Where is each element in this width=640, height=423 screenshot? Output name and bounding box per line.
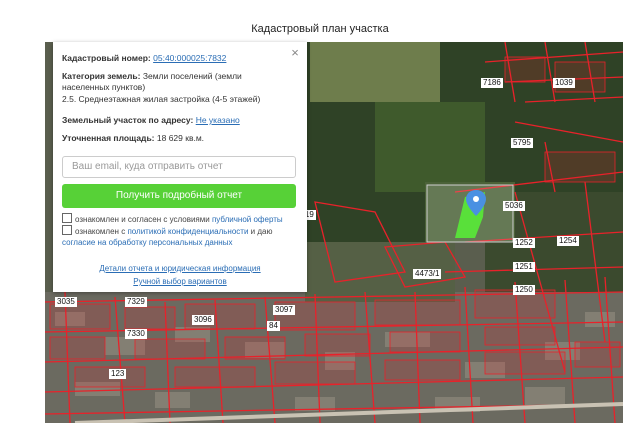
land-category-row: Категория земель: Земли поселений (земли…	[62, 71, 289, 93]
parcel-info-panel: × Кадастровый номер: 05:40:000025:7832 К…	[53, 42, 307, 292]
parcel-number-label: 5795	[511, 138, 533, 148]
parcel-number-label: 3096	[192, 315, 214, 325]
offer-consent-checkbox[interactable]	[62, 213, 72, 223]
parcel-number-label: 1251	[513, 262, 535, 272]
privacy-consent-and: и даю	[250, 227, 273, 236]
offer-consent-row: ознакомлен и согласен с условиями публич…	[62, 213, 296, 225]
parcel-number-label: 1039	[553, 78, 575, 88]
page-title: Кадастровый план участка	[251, 23, 389, 35]
address-link[interactable]: Не указано	[196, 115, 240, 125]
land-category-label: Категория земель:	[62, 71, 141, 81]
report-details-link[interactable]: Детали отчета и юридическая информация	[99, 264, 260, 273]
area-row: Уточненная площадь: 18 629 кв.м.	[62, 133, 289, 144]
area-value: 18 629 кв.м.	[156, 133, 205, 143]
parcel-number-label: 7329	[125, 297, 147, 307]
manual-link-row: Ручной выбор вариантов	[53, 277, 307, 286]
privacy-consent-checkbox[interactable]	[62, 225, 72, 235]
parcel-number-label: 1252	[513, 238, 535, 248]
email-input[interactable]: Ваш email, куда отправить отчет	[62, 156, 296, 178]
parcel-number-label: 4473/1	[413, 269, 442, 279]
get-report-button[interactable]: Получить подробный отчет	[62, 184, 296, 208]
land-usage-value: 2.5. Среднеэтажная жилая застройка (4-5 …	[62, 94, 261, 104]
parcel-number-label: 5036	[503, 201, 525, 211]
cadastral-number-row: Кадастровый номер: 05:40:000025:7832	[62, 53, 289, 64]
cadastral-number-label: Кадастровый номер:	[62, 53, 151, 63]
parcel-number-label: 123	[109, 369, 127, 379]
cadastral-number-link[interactable]: 05:40:000025:7832	[153, 53, 226, 63]
privacy-policy-link[interactable]: политикой конфиденциальности	[127, 227, 248, 236]
offer-consent-text: ознакомлен и согласен с условиями	[75, 215, 210, 224]
parcel-number-label: 1254	[557, 236, 579, 246]
parcel-number-label: 84	[267, 321, 280, 331]
public-offer-link[interactable]: публичной оферты	[212, 215, 283, 224]
parcel-number-label: 3035	[55, 297, 77, 307]
personal-data-consent-link[interactable]: согласие на обработку персональных данны…	[62, 238, 232, 247]
parcel-number-label: 7330	[125, 329, 147, 339]
address-label: Земельный участок по адресу:	[62, 115, 194, 125]
manual-selection-link[interactable]: Ручной выбор вариантов	[133, 277, 226, 286]
details-link-row: Детали отчета и юридическая информация	[53, 264, 307, 273]
privacy-consent-text: ознакомлен с	[75, 227, 126, 236]
parcel-number-label: 7186	[481, 78, 503, 88]
parcel-number-label: 1250	[513, 285, 535, 295]
privacy-consent-row: ознакомлен с политикой конфиденциальност…	[62, 225, 296, 248]
area-label: Уточненная площадь:	[62, 133, 155, 143]
close-icon[interactable]: ×	[289, 46, 301, 59]
parcel-number-label: 3097	[273, 305, 295, 315]
address-row: Земельный участок по адресу: Не указано	[62, 115, 289, 126]
